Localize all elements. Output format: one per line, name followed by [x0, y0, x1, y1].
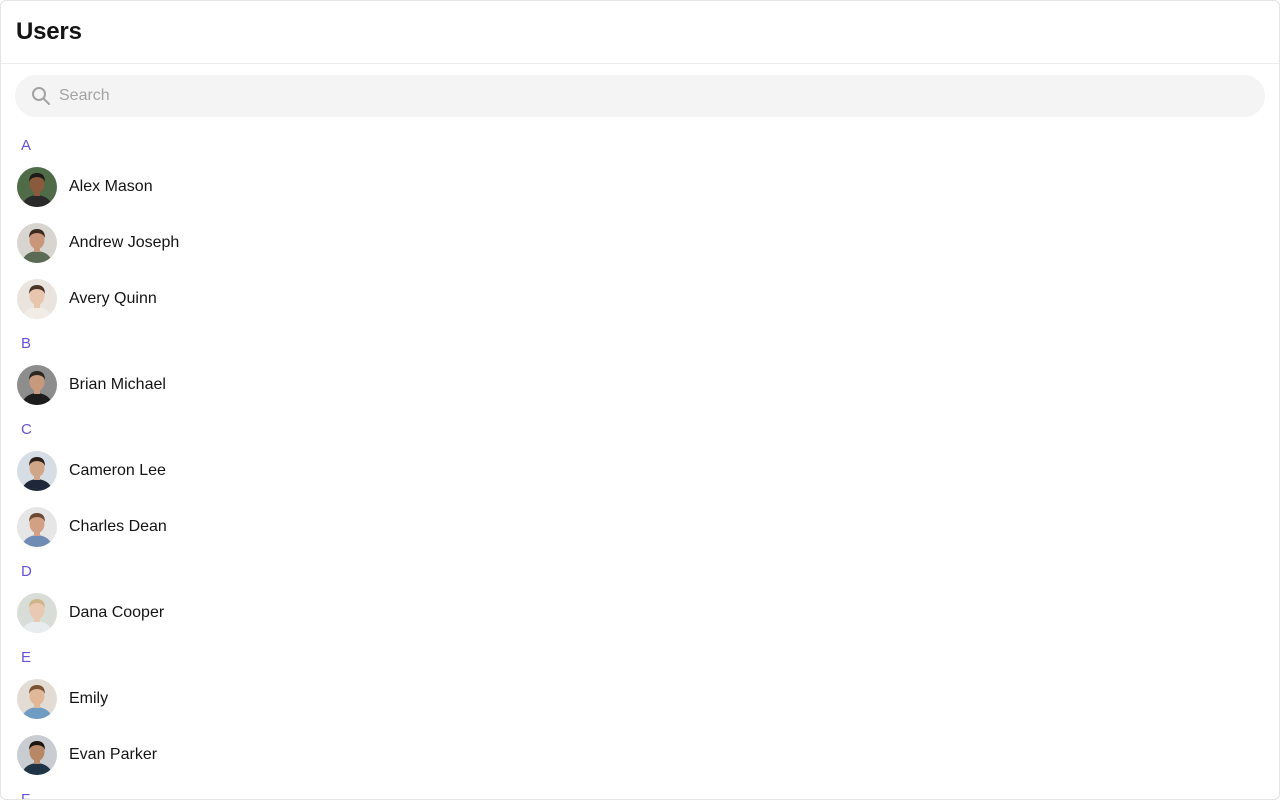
- avatar: [17, 167, 57, 207]
- user-row[interactable]: Avery Quinn: [1, 271, 1279, 327]
- user-row[interactable]: Dana Cooper: [1, 585, 1279, 641]
- avatar: [17, 279, 57, 319]
- search-input[interactable]: [57, 80, 1211, 112]
- section-letter: C: [21, 421, 32, 438]
- user-row[interactable]: Emily: [1, 671, 1279, 727]
- users-window: Users A Alex Mason Andrew Joseph Avery Quin…: [0, 0, 1280, 800]
- user-name: Avery Quinn: [69, 290, 157, 307]
- search-icon: [31, 86, 51, 106]
- section-letter: F: [21, 791, 31, 800]
- user-name: Dana Cooper: [69, 604, 165, 621]
- user-row[interactable]: Evan Parker: [1, 727, 1279, 783]
- user-row[interactable]: Cameron Lee: [1, 443, 1279, 499]
- avatar: [17, 679, 57, 719]
- user-name: Charles Dean: [69, 518, 167, 535]
- user-name: Evan Parker: [69, 746, 158, 763]
- section-letter: B: [21, 335, 32, 352]
- user-name: Emily: [69, 690, 109, 707]
- avatar: [17, 735, 57, 775]
- user-row[interactable]: Charles Dean: [1, 499, 1279, 555]
- avatar: [17, 593, 57, 633]
- user-row[interactable]: Andrew Joseph: [1, 215, 1279, 271]
- avatar: [17, 451, 57, 491]
- user-name: Brian Michael: [69, 376, 166, 393]
- section-letter: D: [21, 563, 32, 580]
- section-letter: A: [21, 137, 32, 154]
- avatar: [17, 223, 57, 263]
- user-row[interactable]: Alex Mason: [1, 159, 1279, 215]
- user-name: Andrew Joseph: [69, 234, 180, 251]
- avatar: [17, 365, 57, 405]
- section-letter: E: [21, 649, 32, 666]
- page-title: Users: [16, 18, 82, 45]
- user-list: A Alex Mason Andrew Joseph Avery Quinn B Bria…: [1, 129, 1279, 800]
- avatar: [17, 507, 57, 547]
- user-name: Alex Mason: [69, 178, 153, 195]
- header: Users: [1, 1, 1279, 64]
- user-name: Cameron Lee: [69, 462, 166, 479]
- search-bar[interactable]: [15, 75, 1265, 117]
- user-row[interactable]: Brian Michael: [1, 357, 1279, 413]
